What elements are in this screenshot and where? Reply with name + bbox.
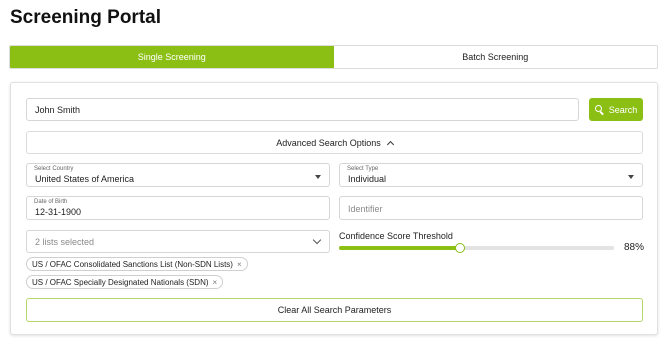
advanced-search-label: Advanced Search Options	[276, 137, 381, 148]
identifier-field[interactable]: Identifier	[339, 196, 643, 220]
confidence-slider-fill	[339, 246, 460, 250]
type-select-value: Individual	[348, 174, 387, 184]
remove-chip-icon[interactable]: ×	[237, 260, 242, 269]
name-search-value: John Smith	[35, 105, 81, 115]
lists-select-summary: 2 lists selected	[35, 237, 95, 247]
type-select-label: Select Type	[347, 166, 379, 172]
search-card: John Smith Search Advanced Search Option…	[10, 82, 658, 335]
name-search-input[interactable]: John Smith	[26, 98, 579, 121]
country-select-label: Select Country	[34, 166, 74, 172]
lists-select[interactable]: 2 lists selected	[26, 230, 330, 253]
clear-all-button[interactable]: Clear All Search Parameters	[26, 298, 643, 322]
search-button-label: Search	[608, 104, 638, 115]
confidence-slider-thumb[interactable]	[455, 243, 465, 253]
country-select-value: United States of America	[35, 174, 135, 184]
list-chip: US / OFAC Specially Designated Nationals…	[26, 275, 224, 289]
caret-down-icon	[315, 175, 321, 179]
advanced-search-toggle[interactable]: Advanced Search Options	[26, 131, 643, 154]
search-icon	[594, 105, 604, 114]
list-chip: US / OFAC Consolidated Sanctions List (N…	[26, 257, 248, 271]
tab-single-screening[interactable]: Single Screening	[10, 46, 334, 68]
search-button[interactable]: Search	[589, 98, 643, 121]
date-of-birth-field[interactable]: Date of Birth 12-31-1900	[26, 196, 330, 220]
type-select[interactable]: Select Type Individual	[339, 163, 643, 187]
confidence-value: 88%	[624, 242, 645, 253]
date-of-birth-value: 12-31-1900	[35, 207, 82, 217]
list-chip-label: US / OFAC Consolidated Sanctions List (N…	[32, 259, 233, 269]
confidence-threshold-label: Confidence Score Threshold	[339, 231, 453, 241]
date-of-birth-label: Date of Birth	[34, 199, 68, 205]
caret-down-icon	[628, 175, 634, 179]
identifier-placeholder: Identifier	[348, 204, 383, 214]
remove-chip-icon[interactable]: ×	[213, 278, 218, 287]
chevron-down-icon	[312, 235, 322, 245]
country-select[interactable]: Select Country United States of America	[26, 163, 330, 187]
chevron-up-icon	[386, 140, 394, 148]
list-chip-label: US / OFAC Specially Designated Nationals…	[32, 277, 209, 287]
screening-tabs: Single Screening Batch Screening	[9, 45, 658, 69]
page-title: Screening Portal	[10, 7, 161, 28]
confidence-slider[interactable]	[339, 243, 614, 253]
tab-batch-screening[interactable]: Batch Screening	[334, 46, 658, 68]
